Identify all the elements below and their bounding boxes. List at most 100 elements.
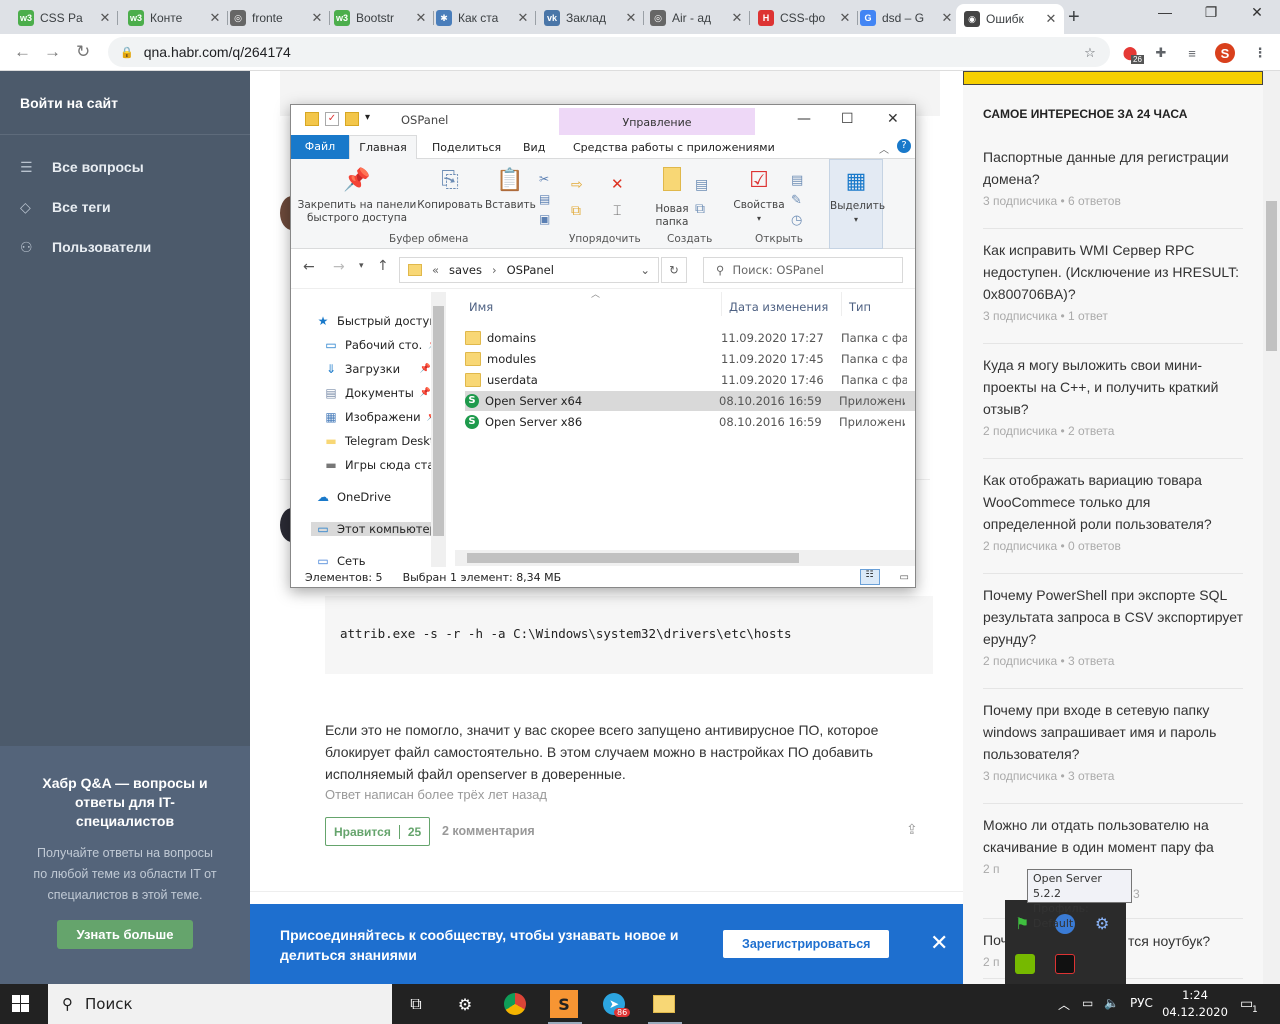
extensions-puzzle-icon[interactable]: ✚ bbox=[1151, 43, 1171, 63]
bookmark-star-icon[interactable]: ☆ bbox=[1080, 43, 1100, 63]
volume-icon[interactable]: 🔈 bbox=[1104, 996, 1119, 1010]
up-icon[interactable]: ↑ bbox=[377, 258, 389, 274]
file-row[interactable]: modules 11.09.2020 17:45 Папка с фай bbox=[465, 349, 915, 369]
close-tab-icon[interactable]: ✕ bbox=[414, 10, 428, 26]
manage-context-tab[interactable]: Управление bbox=[559, 108, 755, 135]
close-icon[interactable]: ✕ bbox=[930, 930, 948, 956]
browser-tab[interactable]: ◎ Air - ад ✕ bbox=[642, 4, 750, 32]
steam-icon[interactable]: ⚙ bbox=[451, 990, 479, 1018]
chevron-down-icon[interactable]: ⌄ bbox=[640, 263, 650, 277]
rename-icon[interactable]: ⌶ bbox=[613, 203, 621, 219]
tree-item[interactable]: ▤ Документы 📌 bbox=[323, 386, 431, 400]
delete-icon[interactable]: ✕ bbox=[611, 175, 624, 193]
sidebar-item-questions[interactable]: ☰ Все вопросы bbox=[0, 147, 250, 187]
browser-tab[interactable]: w3 Bootstr ✕ bbox=[326, 4, 434, 32]
search-input[interactable]: ⚲ Поиск: OSPanel bbox=[703, 257, 903, 283]
move-to-icon[interactable]: ⇨ bbox=[571, 177, 583, 193]
maximize-icon[interactable]: ☐ bbox=[841, 111, 854, 127]
close-tab-icon[interactable]: ✕ bbox=[940, 10, 954, 26]
close-tab-icon[interactable]: ✕ bbox=[838, 10, 852, 26]
tree-scrollbar[interactable] bbox=[431, 292, 446, 567]
pin-button[interactable]: 📌 Закрепить на панели быстрого доступа bbox=[297, 167, 417, 225]
browser-tab[interactable]: vk Заклад ✕ bbox=[536, 4, 644, 32]
hot-question-item[interactable]: Паспортные данные для регистрации домена… bbox=[983, 146, 1243, 229]
media-queue-icon[interactable]: ≡ bbox=[1182, 43, 1202, 63]
url-input[interactable]: 🔒 qna.habr.com/q/264174 bbox=[108, 37, 1110, 67]
tree-item[interactable]: ☁ OneDrive bbox=[315, 490, 431, 504]
question-title[interactable]: Почему при входе в сетевую папку windows… bbox=[983, 699, 1243, 765]
close-tab-icon[interactable]: ✕ bbox=[730, 10, 744, 26]
yellow-banner[interactable] bbox=[963, 71, 1263, 85]
hot-question-item[interactable]: Куда я могу выложить свои мини-проекты н… bbox=[983, 354, 1243, 459]
file-row[interactable]: S Open Server x64 08.10.2016 16:59 Приложен… bbox=[465, 391, 915, 411]
tree-item[interactable]: ⇓ Загрузки 📌 bbox=[323, 362, 431, 376]
question-title[interactable]: Как исправить WMI Сервер RPC недоступен.… bbox=[983, 239, 1243, 305]
column-date[interactable]: Дата изменения bbox=[729, 300, 828, 314]
close-icon[interactable]: ✕ bbox=[887, 111, 899, 127]
menu-kebab-icon[interactable]: ⋮ bbox=[1250, 43, 1270, 63]
reload-icon[interactable]: ↻ bbox=[76, 42, 90, 62]
scrollbar-thumb[interactable] bbox=[433, 306, 444, 536]
address-breadcrumb[interactable]: « saves › OSPanel ⌄ bbox=[399, 257, 659, 283]
tree-item[interactable]: ★ Быстрый доступ bbox=[315, 314, 431, 328]
chevron-down-icon[interactable]: ▾ bbox=[365, 112, 370, 126]
tree-item[interactable]: ▭ Этот компьютер bbox=[311, 522, 431, 536]
help-icon[interactable]: ? bbox=[897, 139, 911, 153]
network-icon[interactable]: ▭ bbox=[1082, 996, 1093, 1010]
file-row[interactable]: S Open Server x86 08.10.2016 16:59 Приложен… bbox=[465, 412, 915, 432]
taskbar-search[interactable]: ⚲ Поиск bbox=[48, 984, 392, 1024]
close-tab-icon[interactable]: ✕ bbox=[310, 10, 324, 26]
minimize-icon[interactable]: — bbox=[1142, 4, 1188, 20]
cut-icon[interactable]: ✂ ▤ ▣ bbox=[539, 169, 550, 229]
sublime-text-icon[interactable]: S bbox=[550, 990, 578, 1018]
forward-icon[interactable]: → bbox=[44, 42, 61, 62]
minimize-icon[interactable]: — bbox=[797, 111, 811, 127]
question-title[interactable]: Можно ли отдать пользователю на скачиван… bbox=[983, 814, 1243, 858]
page-scrollbar[interactable] bbox=[1263, 71, 1280, 984]
tree-item[interactable]: ▭Рабочий сто.📌 bbox=[323, 338, 431, 352]
tree-item[interactable]: ▭ Сеть bbox=[315, 554, 431, 568]
copy-button[interactable]: ⎘ Копировать bbox=[417, 167, 483, 212]
chevron-up-icon[interactable]: ︿ bbox=[879, 141, 889, 156]
forward-icon[interactable]: → bbox=[333, 259, 345, 275]
close-tab-icon[interactable]: ✕ bbox=[516, 10, 530, 26]
hot-question-item[interactable]: Как исправить WMI Сервер RPC недоступен.… bbox=[983, 239, 1243, 344]
tab-view[interactable]: Вид bbox=[523, 141, 545, 154]
refresh-icon[interactable]: ↻ bbox=[661, 257, 687, 283]
close-tab-icon[interactable]: ✕ bbox=[98, 10, 112, 26]
overflow-icon[interactable]: « bbox=[432, 263, 439, 277]
open-icon[interactable]: ▤ ✎ ◷ bbox=[791, 171, 803, 231]
scrollbar-thumb[interactable] bbox=[1266, 201, 1277, 351]
properties-button[interactable]: ☑ Свойства ▾ bbox=[731, 167, 787, 225]
new-folder-button[interactable]: Новая папка bbox=[647, 167, 697, 229]
back-icon[interactable]: ← bbox=[303, 259, 315, 275]
browser-tab[interactable]: ◉ Ошибк ✕ bbox=[956, 4, 1064, 34]
browser-tab[interactable]: w3 Конте ✕ bbox=[120, 4, 228, 32]
breadcrumb-saves[interactable]: saves bbox=[449, 263, 482, 277]
column-name[interactable]: Имя bbox=[469, 300, 493, 314]
browser-tab[interactable]: Gdsd – G ✕ bbox=[852, 4, 960, 32]
share-icon[interactable]: ⇪ bbox=[906, 821, 918, 838]
nvidia-icon[interactable] bbox=[1015, 954, 1035, 974]
close-window-icon[interactable]: ✕ bbox=[1234, 4, 1280, 21]
new-folder-icon[interactable] bbox=[345, 112, 359, 126]
sidebar-item-tags[interactable]: ◇ Все теги bbox=[0, 187, 250, 227]
browser-tab[interactable]: H CSS-фо ✕ bbox=[750, 4, 858, 32]
browser-tab[interactable]: ◎ fronte ✕ bbox=[222, 4, 330, 32]
sidebar-item-users[interactable]: ⚇ Пользователи bbox=[0, 227, 250, 267]
tray-chevron-up-icon[interactable]: ︿ bbox=[1058, 996, 1070, 1013]
learn-more-button[interactable]: Узнать больше bbox=[56, 920, 194, 949]
properties-icon[interactable]: ✓ bbox=[325, 112, 339, 126]
select-button[interactable]: ▦ Выделить ▾ bbox=[829, 159, 885, 249]
file-row[interactable]: userdata 11.09.2020 17:46 Папка с фай bbox=[465, 370, 915, 390]
tab-app-tools[interactable]: Средства работы с приложениями bbox=[573, 141, 775, 154]
hot-question-item[interactable]: Почему при входе в сетевую папку windows… bbox=[983, 699, 1243, 804]
close-tab-icon[interactable]: ✕ bbox=[624, 10, 638, 26]
scrollbar-thumb[interactable] bbox=[467, 553, 799, 563]
task-view-icon[interactable]: ⧉ bbox=[402, 990, 430, 1018]
tab-share[interactable]: Поделиться bbox=[432, 141, 501, 154]
hot-question-item[interactable]: Почему PowerShell при экспорте SQL резул… bbox=[983, 584, 1243, 689]
profile-avatar[interactable]: S bbox=[1215, 43, 1235, 63]
windows-start-icon[interactable] bbox=[12, 995, 29, 1012]
paste-button[interactable]: 📋 Вставить bbox=[485, 167, 536, 212]
